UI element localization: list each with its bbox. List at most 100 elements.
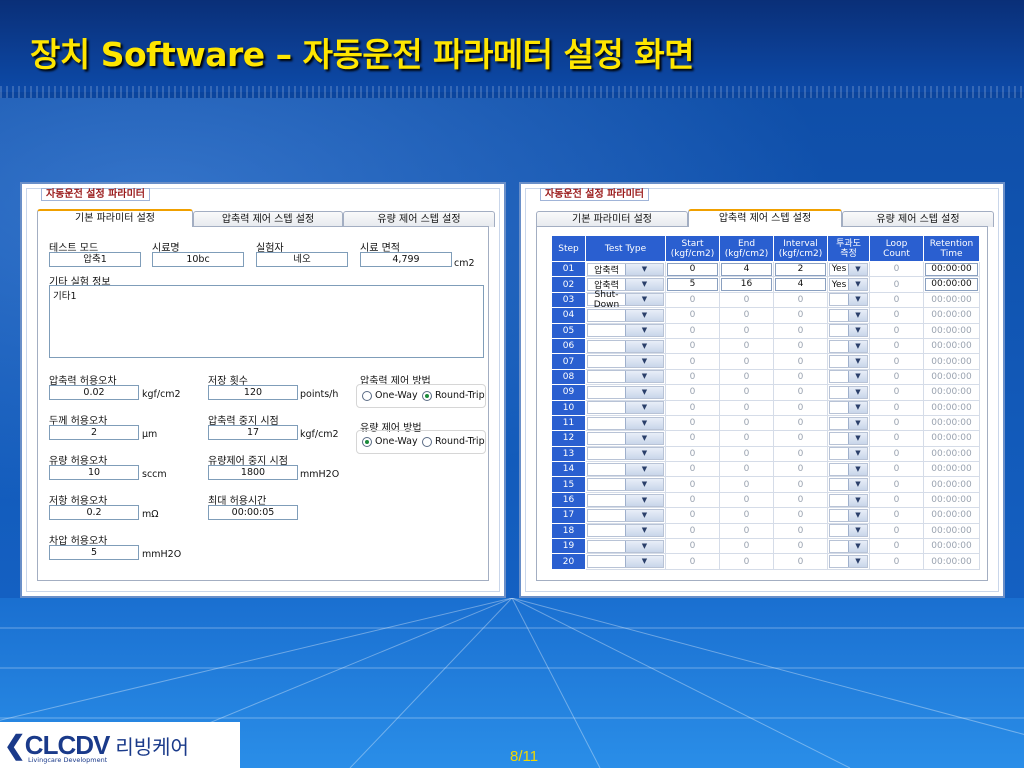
loop-count-cell[interactable]: 0: [869, 414, 924, 432]
retention-cell[interactable]: 00:00:00: [923, 522, 980, 540]
perm-select[interactable]: ▼: [829, 293, 868, 307]
end-cell[interactable]: 0: [719, 491, 774, 509]
start-cell[interactable]: 0: [665, 368, 720, 386]
loop-count-cell[interactable]: 0: [869, 430, 924, 447]
start-cell[interactable]: 0: [665, 445, 720, 463]
end-cell[interactable]: 0: [719, 445, 774, 463]
start-cell[interactable]: 0: [665, 414, 720, 432]
tester-field[interactable]: 네오: [256, 252, 348, 267]
loop-count-cell[interactable]: 0: [869, 522, 924, 540]
end-cell[interactable]: 0: [719, 353, 774, 370]
test-type-select[interactable]: ▼: [587, 478, 664, 492]
start-cell[interactable]: 0: [665, 553, 720, 570]
retention-cell[interactable]: 00:00:00: [923, 507, 980, 524]
end-cell[interactable]: 0: [719, 307, 774, 324]
loop-count-cell[interactable]: 0: [869, 461, 924, 478]
interval-cell[interactable]: 0: [773, 522, 828, 540]
retention-cell[interactable]: 00:00:00: [923, 353, 980, 370]
loop-count-cell[interactable]: 0: [869, 445, 924, 463]
flow-roundtrip-radio[interactable]: Round-Trip: [422, 436, 485, 447]
retention-cell[interactable]: 00:00:00: [923, 430, 980, 447]
retention-cell[interactable]: 00:00:00: [923, 476, 980, 493]
max-time-field[interactable]: 00:00:05: [208, 505, 298, 520]
test-type-select[interactable]: ▼: [587, 447, 664, 461]
test-type-select[interactable]: ▼: [587, 370, 664, 384]
end-cell[interactable]: 0: [719, 553, 774, 570]
test-type-select[interactable]: ▼: [587, 508, 664, 522]
interval-input[interactable]: 2: [775, 262, 826, 276]
test-type-select[interactable]: ▼: [587, 555, 664, 569]
test-type-select[interactable]: ▼: [587, 462, 664, 476]
interval-input[interactable]: 4: [775, 278, 826, 292]
retention-cell[interactable]: 00:00:00: [923, 384, 980, 401]
perm-select[interactable]: ▼: [829, 431, 868, 445]
diffpressure-tol-field[interactable]: 5: [49, 545, 139, 560]
loop-count-cell[interactable]: 0: [869, 538, 924, 555]
end-cell[interactable]: 0: [719, 399, 774, 416]
loop-count-cell[interactable]: 0: [869, 276, 924, 293]
retention-cell[interactable]: 00:00:00: [923, 491, 980, 509]
retention-cell[interactable]: 00:00:00: [923, 337, 980, 355]
start-input[interactable]: 0: [667, 262, 718, 276]
end-cell[interactable]: 0: [719, 322, 774, 339]
thickness-tol-field[interactable]: 2: [49, 425, 139, 440]
test-type-select[interactable]: ▼: [587, 308, 664, 322]
end-cell[interactable]: 0: [719, 414, 774, 432]
resistance-tol-field[interactable]: 0.2: [49, 505, 139, 520]
perm-select[interactable]: ▼: [829, 324, 868, 338]
start-cell[interactable]: 0: [665, 307, 720, 324]
retention-cell[interactable]: 00:00:00: [923, 553, 980, 570]
interval-cell[interactable]: 0: [773, 538, 828, 555]
start-cell[interactable]: 0: [665, 337, 720, 355]
sample-name-field[interactable]: 10bc: [152, 252, 244, 267]
start-cell[interactable]: 0: [665, 507, 720, 524]
retention-cell[interactable]: 00:00:00: [923, 291, 980, 309]
end-cell[interactable]: 0: [719, 337, 774, 355]
retention-cell[interactable]: 00:00:00: [923, 445, 980, 463]
flow-oneway-radio[interactable]: One-Way: [362, 436, 418, 447]
perm-select[interactable]: ▼: [829, 355, 868, 369]
flow-stop-field[interactable]: 1800: [208, 465, 298, 480]
perm-select[interactable]: ▼: [829, 493, 868, 507]
perm-select[interactable]: ▼: [829, 385, 868, 399]
perm-select[interactable]: Yes ▼: [829, 278, 868, 292]
interval-cell[interactable]: 0: [773, 368, 828, 386]
perm-select[interactable]: ▼: [829, 339, 868, 353]
loop-count-cell[interactable]: 0: [869, 384, 924, 401]
end-cell[interactable]: 0: [719, 384, 774, 401]
end-cell[interactable]: 0: [719, 507, 774, 524]
interval-cell[interactable]: 0: [773, 399, 828, 416]
end-cell[interactable]: 0: [719, 291, 774, 309]
test-type-select[interactable]: 압축력 ▼: [587, 262, 664, 276]
pressure-stop-field[interactable]: 17: [208, 425, 298, 440]
interval-cell[interactable]: 0: [773, 337, 828, 355]
perm-select[interactable]: Yes ▼: [829, 262, 868, 276]
interval-cell[interactable]: 0: [773, 414, 828, 432]
interval-cell[interactable]: 0: [773, 445, 828, 463]
perm-select[interactable]: ▼: [829, 416, 868, 430]
test-type-select[interactable]: ▼: [587, 324, 664, 338]
loop-count-cell[interactable]: 0: [869, 399, 924, 416]
test-type-select[interactable]: Shut-Down ▼: [587, 290, 664, 310]
interval-cell[interactable]: 0: [773, 353, 828, 370]
loop-count-cell[interactable]: 0: [869, 368, 924, 386]
start-cell[interactable]: 0: [665, 322, 720, 339]
perm-select[interactable]: ▼: [829, 370, 868, 384]
interval-cell[interactable]: 0: [773, 461, 828, 478]
test-type-select[interactable]: ▼: [587, 431, 664, 445]
retention-cell[interactable]: 00:00:00: [923, 322, 980, 339]
retention-input[interactable]: 00:00:00: [925, 278, 978, 292]
test-type-select[interactable]: ▼: [587, 524, 664, 538]
start-cell[interactable]: 0: [665, 538, 720, 555]
tab-flow-steps[interactable]: 유량 제어 스텝 설정: [842, 211, 994, 227]
perm-select[interactable]: ▼: [829, 539, 868, 553]
save-count-field[interactable]: 120: [208, 385, 298, 400]
interval-cell[interactable]: 0: [773, 430, 828, 447]
other-info-textarea[interactable]: 기타1: [49, 285, 484, 358]
pressure-tol-field[interactable]: 0.02: [49, 385, 139, 400]
perm-select[interactable]: ▼: [829, 555, 868, 569]
tab-basic-params[interactable]: 기본 파라미터 설정: [37, 209, 193, 227]
end-input[interactable]: 4: [721, 262, 772, 276]
retention-cell[interactable]: 00:00:00: [923, 399, 980, 416]
end-cell[interactable]: 0: [719, 368, 774, 386]
